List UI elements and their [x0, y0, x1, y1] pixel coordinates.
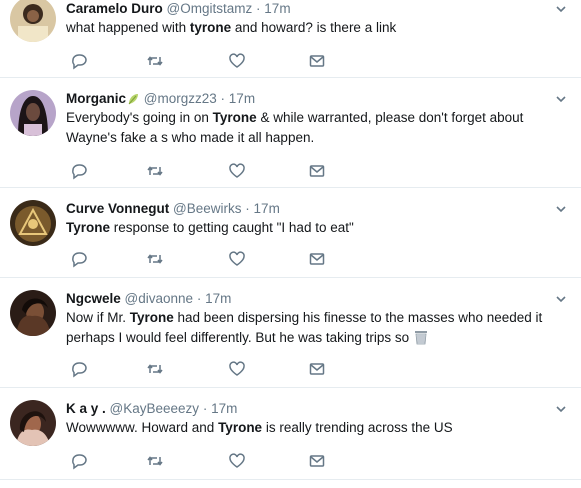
tweet-4[interactable]: Ngcwele @divaonne · 17m Now if Mr. Tyron…: [0, 278, 581, 388]
retweet-icon[interactable]: [146, 52, 164, 70]
display-name[interactable]: Morganic: [66, 91, 126, 106]
display-name[interactable]: Ngcwele: [66, 291, 121, 306]
tweet-text: Everybody's going in on Tyrone & while w…: [66, 108, 563, 148]
user-handle[interactable]: @Beewirks: [173, 201, 241, 216]
user-handle[interactable]: @KayBeeeezy: [110, 401, 200, 416]
heart-icon[interactable]: [228, 452, 246, 470]
user-handle[interactable]: @Omgitstamz: [167, 1, 253, 16]
display-name[interactable]: K a y .: [66, 401, 106, 416]
text-segment: Now if Mr.: [66, 310, 130, 325]
text-line: Wayne's fake a s who made it all happen.: [66, 130, 315, 145]
tweet-header: K a y . @KayBeeeezy · 17m: [66, 400, 551, 418]
highlight-keyword: Tyrone: [129, 310, 174, 325]
envelope-icon[interactable]: [308, 52, 326, 70]
reply-icon[interactable]: [70, 360, 88, 378]
tweet-header: Curve Vonnegut @Beewirks · 17m: [66, 200, 551, 218]
separator-dot: ·: [245, 201, 250, 216]
avatar[interactable]: [10, 200, 56, 246]
text-segment: & while warranted, please don't forget a…: [256, 110, 524, 125]
text-segment: response to getting caught "I had to eat…: [110, 220, 354, 235]
timestamp[interactable]: 17m: [264, 1, 290, 16]
text-line: Now if Mr. Tyrone had been dispersing hi…: [66, 308, 563, 328]
tweet-actions: [66, 250, 346, 268]
separator-dot: ·: [196, 291, 202, 306]
chevron-down-icon[interactable]: [555, 202, 567, 214]
tweet-text: Wowwwww. Howard and Tyrone is really tre…: [66, 418, 563, 438]
tweet-actions: [66, 52, 346, 70]
reply-icon[interactable]: [70, 162, 88, 180]
timestamp[interactable]: 17m: [229, 91, 255, 106]
timestamp[interactable]: 17m: [205, 291, 231, 306]
retweet-icon[interactable]: [146, 360, 164, 378]
timestamp[interactable]: 17m: [254, 201, 280, 216]
retweet-icon[interactable]: [146, 250, 164, 268]
tweet-3[interactable]: Curve Vonnegut @Beewirks · 17m Tyrone re…: [0, 188, 581, 278]
user-handle[interactable]: @divaonne: [125, 291, 194, 306]
heart-icon[interactable]: [228, 162, 246, 180]
highlight-keyword: tyrone: [189, 20, 232, 35]
tweet-header: Caramelo Duro @Omgitstamz · 17m: [66, 0, 551, 18]
tweet-header: Ngcwele @divaonne · 17m: [66, 290, 551, 308]
user-handle[interactable]: @morgzz23: [144, 91, 217, 106]
wastebasket-emoji-icon: [413, 329, 429, 351]
avatar[interactable]: [10, 90, 56, 136]
text-segment: is really trending across the US: [262, 420, 453, 435]
text-segment: Everybody's going in on: [66, 110, 213, 125]
avatar[interactable]: [10, 290, 56, 336]
chevron-down-icon[interactable]: [555, 402, 567, 414]
chevron-down-icon[interactable]: [555, 92, 567, 104]
tweet-text: Tyrone response to getting caught "I had…: [66, 218, 563, 238]
reply-icon[interactable]: [70, 52, 88, 70]
separator-dot: ·: [220, 91, 226, 106]
tweet-feed: Caramelo Duro @Omgitstamz · 17m what hap…: [0, 0, 581, 488]
text-line: perhaps I would feel differently. But he…: [66, 328, 563, 351]
reply-icon[interactable]: [70, 250, 88, 268]
text-segment: what happened with: [66, 20, 190, 35]
highlight-keyword: Tyrone: [218, 420, 263, 435]
text-line: Everybody's going in on Tyrone & while w…: [66, 108, 563, 128]
timestamp[interactable]: 17m: [211, 401, 237, 416]
tweet-actions: [66, 360, 346, 378]
envelope-icon[interactable]: [308, 360, 326, 378]
text-segment: perhaps I would feel differently. But he…: [66, 330, 410, 345]
avatar[interactable]: [10, 400, 56, 446]
separator-dot: ·: [256, 1, 261, 16]
retweet-icon[interactable]: [146, 162, 164, 180]
display-name[interactable]: Curve Vonnegut: [66, 201, 169, 216]
envelope-icon[interactable]: [308, 250, 326, 268]
heart-icon[interactable]: [228, 250, 246, 268]
envelope-icon[interactable]: [308, 162, 326, 180]
tweet-1[interactable]: Caramelo Duro @Omgitstamz · 17m what hap…: [0, 0, 581, 78]
avatar[interactable]: [10, 0, 56, 42]
display-name[interactable]: Caramelo Duro: [66, 1, 163, 16]
tweet-text: Now if Mr. Tyrone had been dispersing hi…: [66, 308, 563, 351]
highlight-keyword: Tyrone: [66, 220, 111, 235]
chevron-down-icon[interactable]: [555, 292, 567, 304]
heart-icon[interactable]: [228, 360, 246, 378]
chevron-down-icon[interactable]: [555, 2, 567, 14]
tweet-actions: [66, 162, 346, 180]
retweet-icon[interactable]: [146, 452, 164, 470]
text-segment: Wowwwww. Howard and: [66, 420, 219, 435]
separator-dot: ·: [202, 401, 208, 416]
tweet-text: what happened with tyrone and howard? is…: [66, 18, 563, 38]
highlight-keyword: Tyrone: [212, 110, 257, 125]
text-segment: had been dispersing his finesse to the m…: [173, 310, 543, 325]
text-segment: and howard? is there a link: [231, 20, 397, 35]
envelope-icon[interactable]: [308, 452, 326, 470]
tweet-5[interactable]: K a y . @KayBeeeezy · 17m Wowwwww. Howar…: [0, 388, 581, 480]
heart-icon[interactable]: [228, 52, 246, 70]
tweet-actions: [66, 452, 346, 470]
tweet-2[interactable]: Morganic @morgzz23 · 17m Everybody's goi…: [0, 78, 581, 188]
reply-icon[interactable]: [70, 452, 88, 470]
